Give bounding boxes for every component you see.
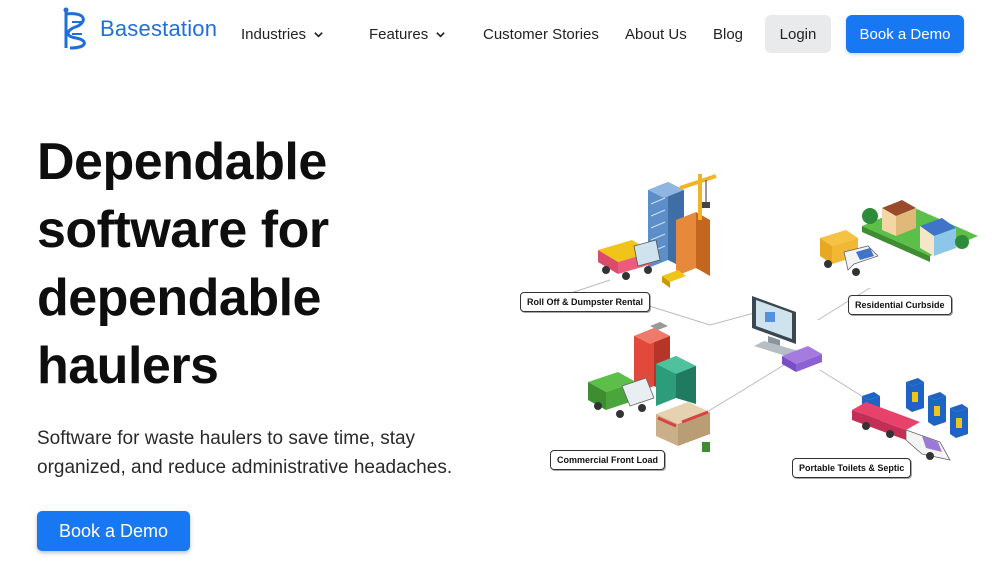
tag-residential-curbside: Residential Curbside bbox=[848, 295, 952, 315]
network-illustration bbox=[549, 174, 978, 461]
hero-title-line: haulers bbox=[37, 337, 219, 395]
book-demo-hero-button[interactable]: Book a Demo bbox=[37, 511, 190, 551]
nav-item-label: Industries bbox=[241, 26, 307, 43]
login-button[interactable]: Login bbox=[765, 15, 831, 53]
top-nav: Basestation Industries Features Customer… bbox=[0, 0, 1000, 68]
brand-logo[interactable]: Basestation bbox=[58, 6, 217, 52]
portable-toilets-icon bbox=[852, 378, 968, 461]
nav-item-industries[interactable]: Industries bbox=[241, 26, 324, 43]
chevron-down-icon bbox=[314, 32, 323, 38]
houses-icon bbox=[820, 200, 978, 276]
book-demo-nav-button[interactable]: Book a Demo bbox=[846, 15, 964, 53]
nav-item-features[interactable]: Features bbox=[369, 26, 446, 43]
computer-monitor-icon bbox=[752, 296, 802, 358]
tag-roll-off: Roll Off & Dumpster Rental bbox=[520, 292, 651, 312]
brand-name: Basestation bbox=[100, 16, 218, 41]
commercial-buildings-icon bbox=[588, 322, 710, 452]
hero-title-line: dependable bbox=[37, 269, 321, 327]
nav-item-label: Customer Stories bbox=[483, 26, 599, 43]
hero-title-line: Dependable bbox=[37, 133, 327, 191]
basestation-logo-icon bbox=[63, 7, 86, 50]
hero-illustration: Roll Off & Dumpster Rental Residential C… bbox=[510, 160, 990, 490]
hero-title: Dependable software for dependable haule… bbox=[37, 128, 457, 400]
hero-subtitle: Software for waste haulers to save time,… bbox=[37, 428, 453, 478]
nav-item-label: About Us bbox=[625, 26, 687, 43]
nav-item-blog[interactable]: Blog bbox=[713, 26, 743, 43]
nav-item-label: Features bbox=[369, 26, 429, 43]
nav-item-about-us[interactable]: About Us bbox=[625, 26, 687, 43]
chevron-down-icon bbox=[436, 32, 445, 38]
tag-commercial-front-load: Commercial Front Load bbox=[550, 450, 666, 470]
hero-title-line: software for bbox=[37, 201, 329, 259]
nav-item-label: Blog bbox=[713, 26, 744, 43]
tag-portable-toilets: Portable Toilets & Septic bbox=[792, 458, 912, 478]
nav-item-customer-stories[interactable]: Customer Stories bbox=[483, 26, 599, 43]
construction-site-icon bbox=[598, 174, 717, 288]
